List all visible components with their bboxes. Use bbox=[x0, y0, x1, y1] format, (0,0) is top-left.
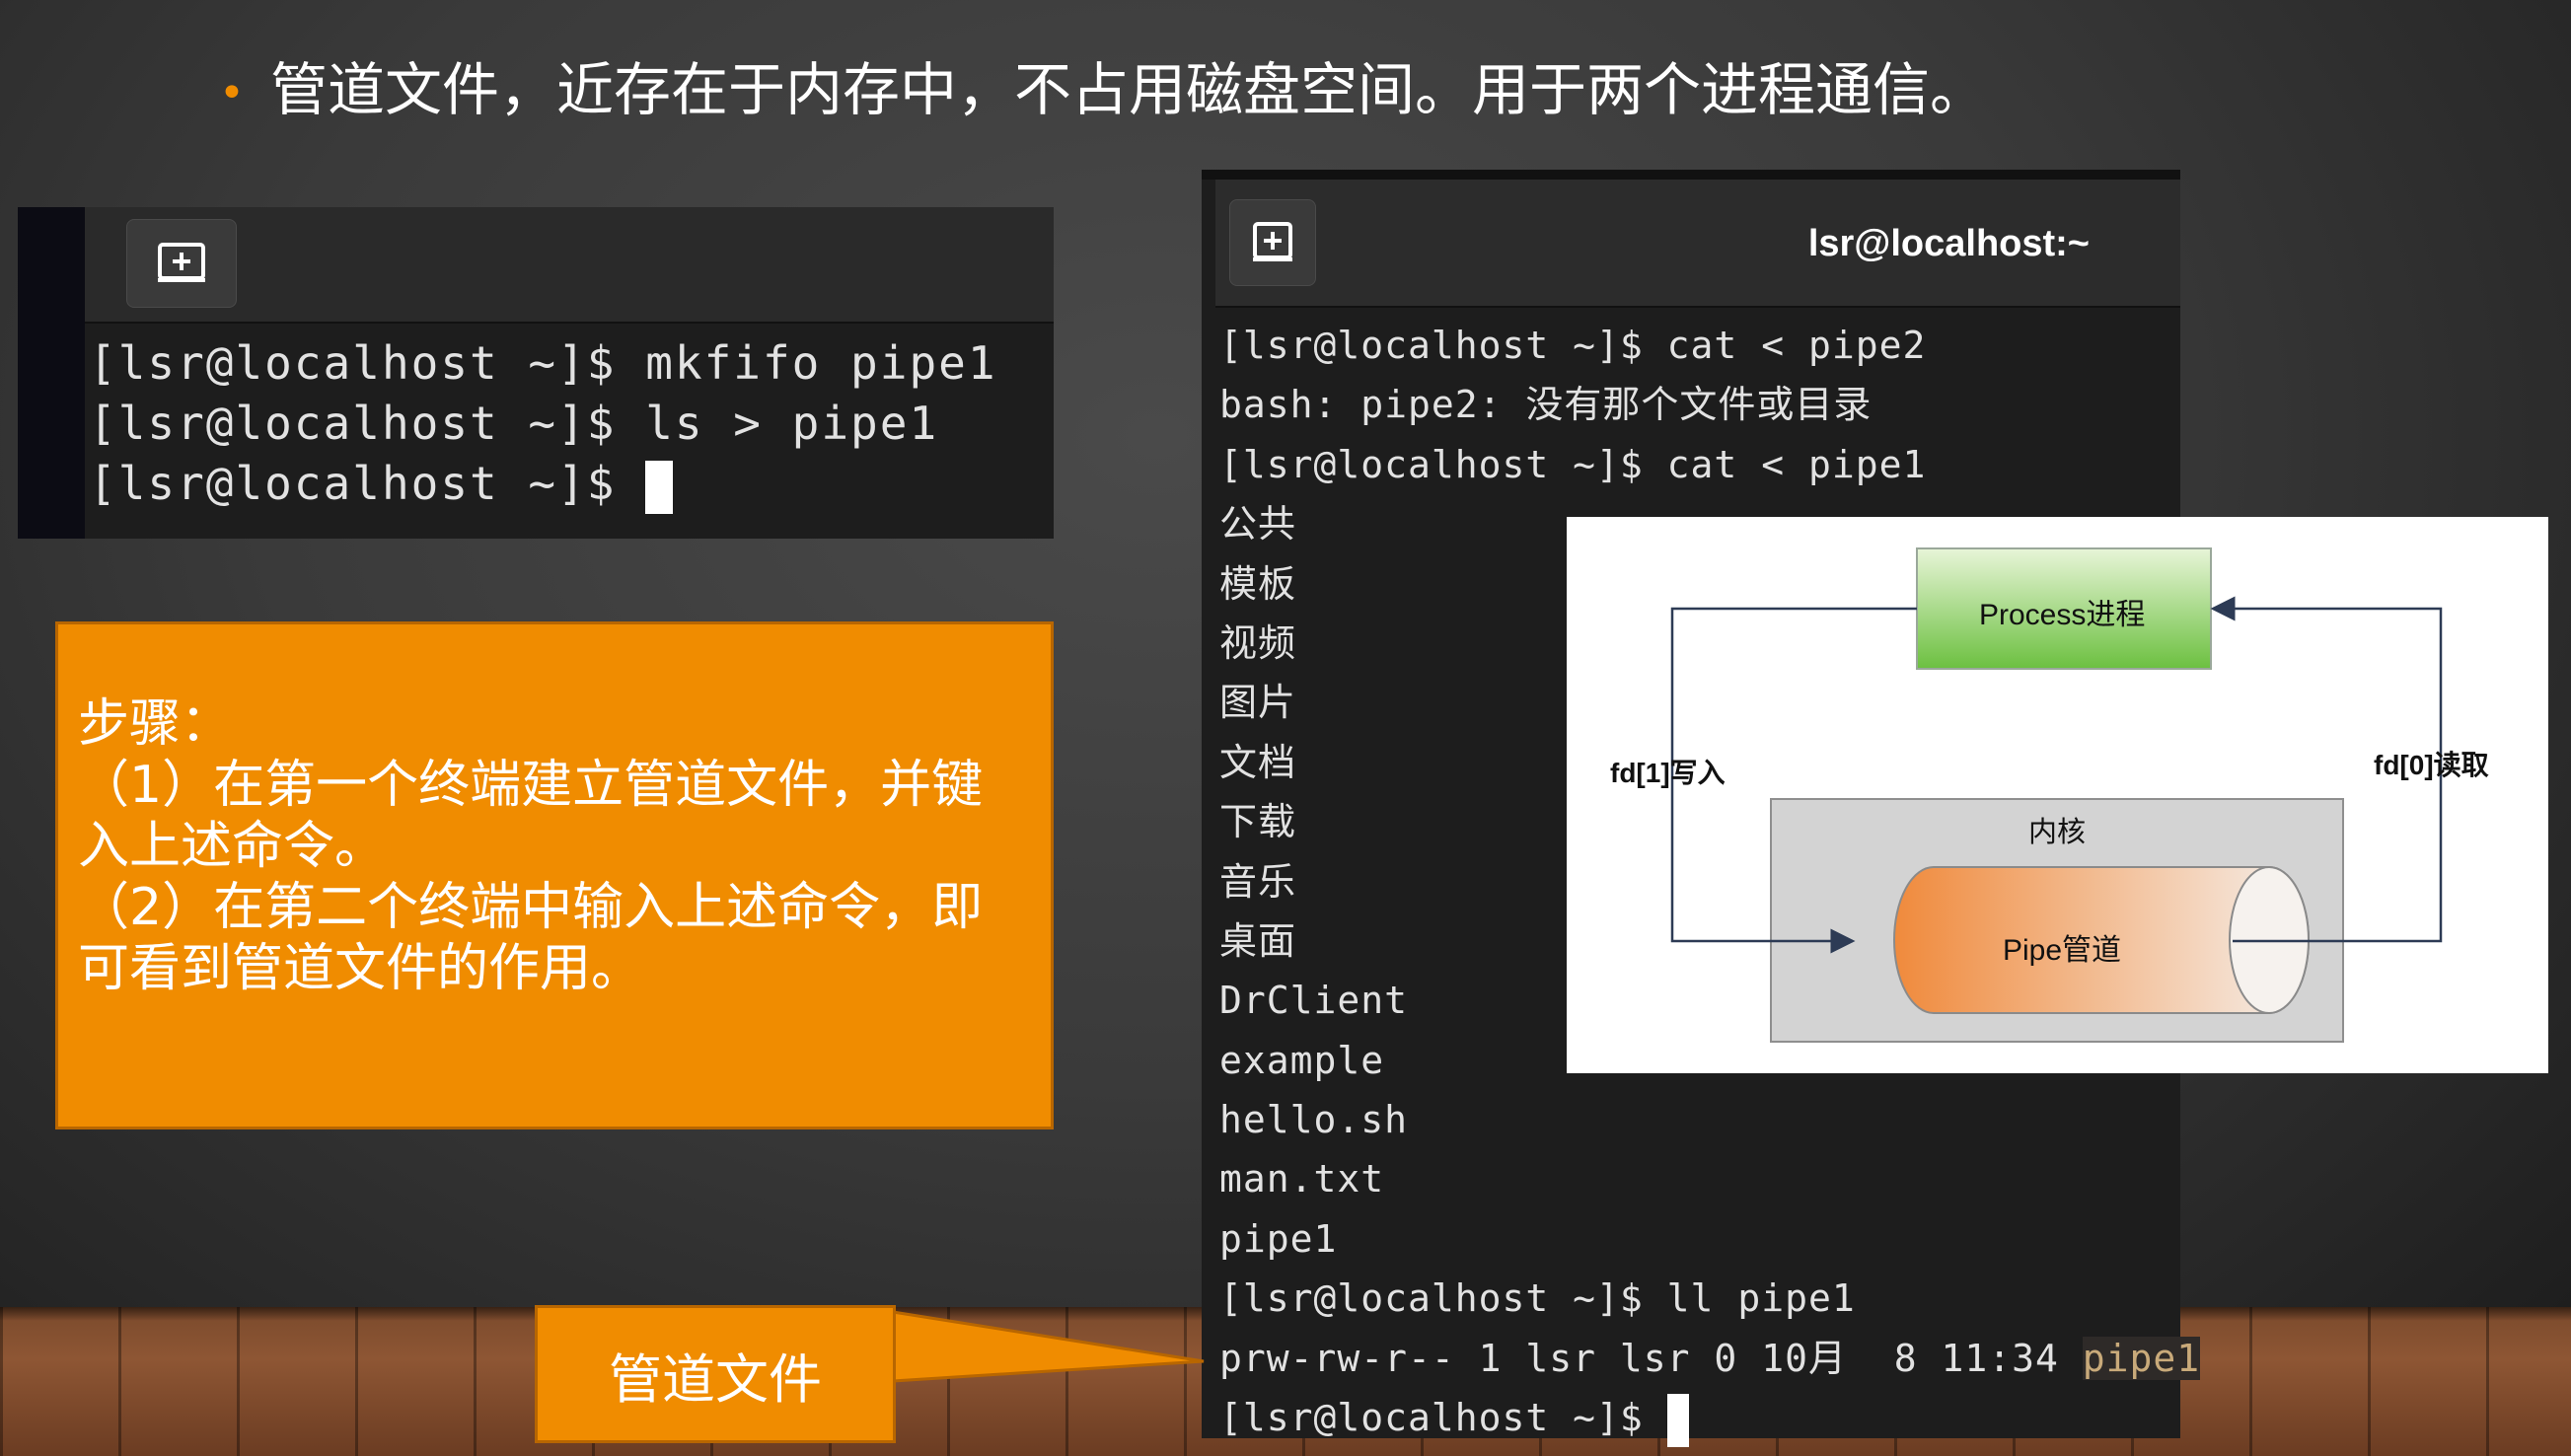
ll-output-text: prw-rw-r-- 1 lsr lsr 0 10月 8 11:34 bbox=[1219, 1336, 2083, 1380]
terminal-line: [lsr@localhost ~]$ bbox=[1219, 1388, 2200, 1447]
terminal-line: hello.sh bbox=[1219, 1098, 1409, 1142]
bullet-dot-icon: • bbox=[219, 68, 245, 119]
slide-bullet: • 管道文件，近存在于内存中，不占用磁盘空间。用于两个进程通信。 bbox=[219, 43, 1987, 126]
terminal-cursor bbox=[1666, 1393, 1689, 1447]
terminal-output[interactable]: [lsr@localhost ~]$ mkfifo pipe1 [lsr@loc… bbox=[89, 333, 997, 514]
step-2-text: （2）在第二个终端中输入上述命令，即可看到管道文件的作用。 bbox=[78, 878, 984, 998]
terminal-header-bar: lsr@localhost:~ bbox=[1215, 180, 2180, 308]
new-tab-button[interactable] bbox=[1229, 199, 1316, 286]
terminal-line: man.txt bbox=[1219, 1157, 1385, 1201]
terminal-line: [lsr@localhost ~]$ cat < pipe2 bbox=[1219, 324, 1927, 367]
pipe-label: Pipe管道 bbox=[2003, 934, 2122, 967]
terminal-line: [lsr@localhost ~]$ ls > pipe1 bbox=[89, 397, 939, 450]
terminal-line: [lsr@localhost ~]$ mkfifo pipe1 bbox=[89, 336, 997, 390]
steps-box: 步骤： （1）在第一个终端建立管道文件，并键入上述命令。 （2）在第二个终端中输… bbox=[55, 621, 1054, 1129]
terminal-prompt: [lsr@localhost ~]$ bbox=[1219, 1396, 1667, 1440]
write-label: fd[1]写入 bbox=[1610, 758, 1726, 788]
steps-title: 步骤： bbox=[78, 694, 233, 754]
terminal-gutter bbox=[18, 207, 85, 539]
terminal-line: prw-rw-r-- 1 lsr lsr 0 10月 8 11:34 pipe1 bbox=[1219, 1329, 2201, 1388]
terminal-header-bar bbox=[85, 207, 1054, 324]
window-top-strip bbox=[1202, 170, 2180, 180]
new-tab-button[interactable] bbox=[126, 219, 237, 308]
new-tab-icon bbox=[158, 243, 205, 282]
callout-box: 管道文件 bbox=[535, 1305, 896, 1443]
terminal-line: [lsr@localhost ~]$ ll pipe1 bbox=[1219, 1276, 1856, 1321]
process-label: Process进程 bbox=[1979, 599, 2146, 631]
terminal-line: pipe1 bbox=[1219, 1216, 1338, 1261]
read-label: fd[0]读取 bbox=[2374, 750, 2489, 780]
terminal-window-1: [lsr@localhost ~]$ mkfifo pipe1 [lsr@loc… bbox=[18, 207, 1054, 539]
window-title: lsr@localhost:~ bbox=[1807, 223, 2090, 264]
terminal-line: [lsr@localhost ~]$ cat < pipe1 bbox=[1219, 442, 1927, 486]
new-tab-icon bbox=[1253, 222, 1292, 261]
step-1-text: （1）在第一个终端建立管道文件，并键入上述命令。 bbox=[78, 756, 984, 876]
terminal-prompt: [lsr@localhost ~]$ bbox=[89, 457, 646, 510]
callout-label: 管道文件 bbox=[609, 1347, 822, 1411]
terminal-line: bash: pipe2: 没有那个文件或目录 bbox=[1219, 383, 1873, 427]
pipe-diagram: Process进程 内核 Pipe管道 fd[1]写入 fd[0]读取 bbox=[1567, 517, 2548, 1073]
ll-output-filename: pipe1 bbox=[2082, 1336, 2201, 1380]
kernel-label: 内核 bbox=[2028, 817, 2087, 848]
bullet-text: 管道文件，近存在于内存中，不占用磁盘空间。用于两个进程通信。 bbox=[269, 56, 1987, 123]
terminal-line: [lsr@localhost ~]$ bbox=[89, 454, 997, 514]
terminal-cursor bbox=[645, 460, 674, 514]
